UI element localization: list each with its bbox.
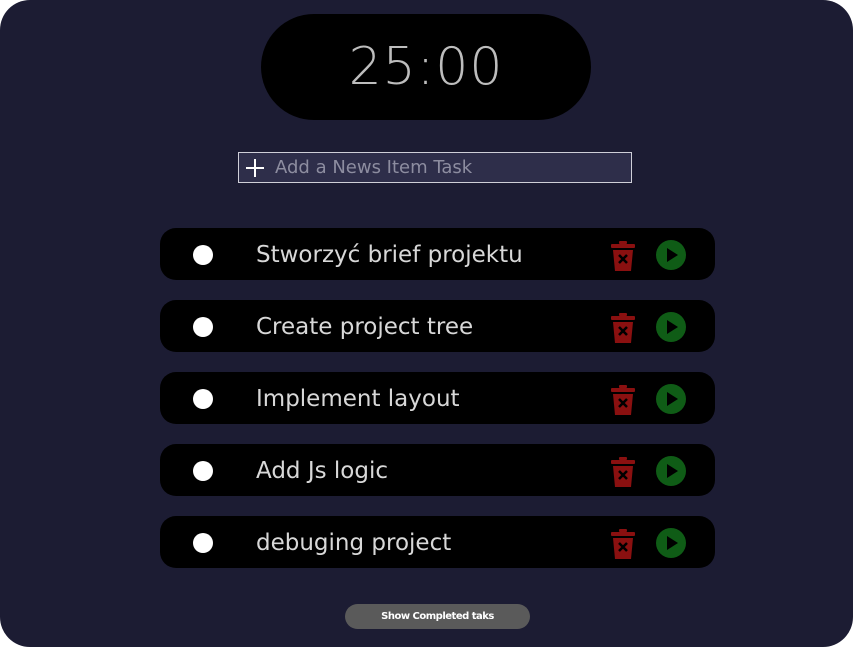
timer-display: 25:00	[261, 14, 591, 120]
trash-icon[interactable]	[611, 529, 635, 559]
complete-radio[interactable]	[193, 245, 213, 265]
task-item: debuging project	[160, 516, 715, 568]
trash-icon[interactable]	[611, 385, 635, 415]
task-item: Add Js logic	[160, 444, 715, 496]
add-task-bar[interactable]	[238, 152, 632, 183]
task-label: Implement layout	[256, 386, 460, 412]
task-item: Create project tree	[160, 300, 715, 352]
play-icon[interactable]	[656, 312, 686, 342]
task-label: Create project tree	[256, 314, 474, 340]
complete-radio[interactable]	[193, 317, 213, 337]
task-item: Stworzyć brief projektu	[160, 228, 715, 280]
play-icon[interactable]	[656, 240, 686, 270]
trash-icon[interactable]	[611, 313, 635, 343]
play-icon[interactable]	[656, 384, 686, 414]
trash-icon[interactable]	[611, 457, 635, 487]
task-label: Stworzyć brief projektu	[256, 242, 523, 268]
task-label: debuging project	[256, 530, 452, 556]
pomodoro-app: 25:00 Stworzyć brief projektu Create pro…	[0, 0, 853, 647]
task-label: Add Js logic	[256, 458, 389, 484]
show-completed-button[interactable]: Show Completed taks	[345, 604, 530, 629]
task-item: Implement layout	[160, 372, 715, 424]
plus-icon[interactable]	[246, 159, 264, 177]
trash-icon[interactable]	[611, 241, 635, 271]
play-icon[interactable]	[656, 456, 686, 486]
complete-radio[interactable]	[193, 461, 213, 481]
complete-radio[interactable]	[193, 533, 213, 553]
play-icon[interactable]	[656, 528, 686, 558]
timer-text: 25:00	[348, 37, 504, 97]
complete-radio[interactable]	[193, 389, 213, 409]
add-task-input[interactable]	[275, 153, 625, 182]
